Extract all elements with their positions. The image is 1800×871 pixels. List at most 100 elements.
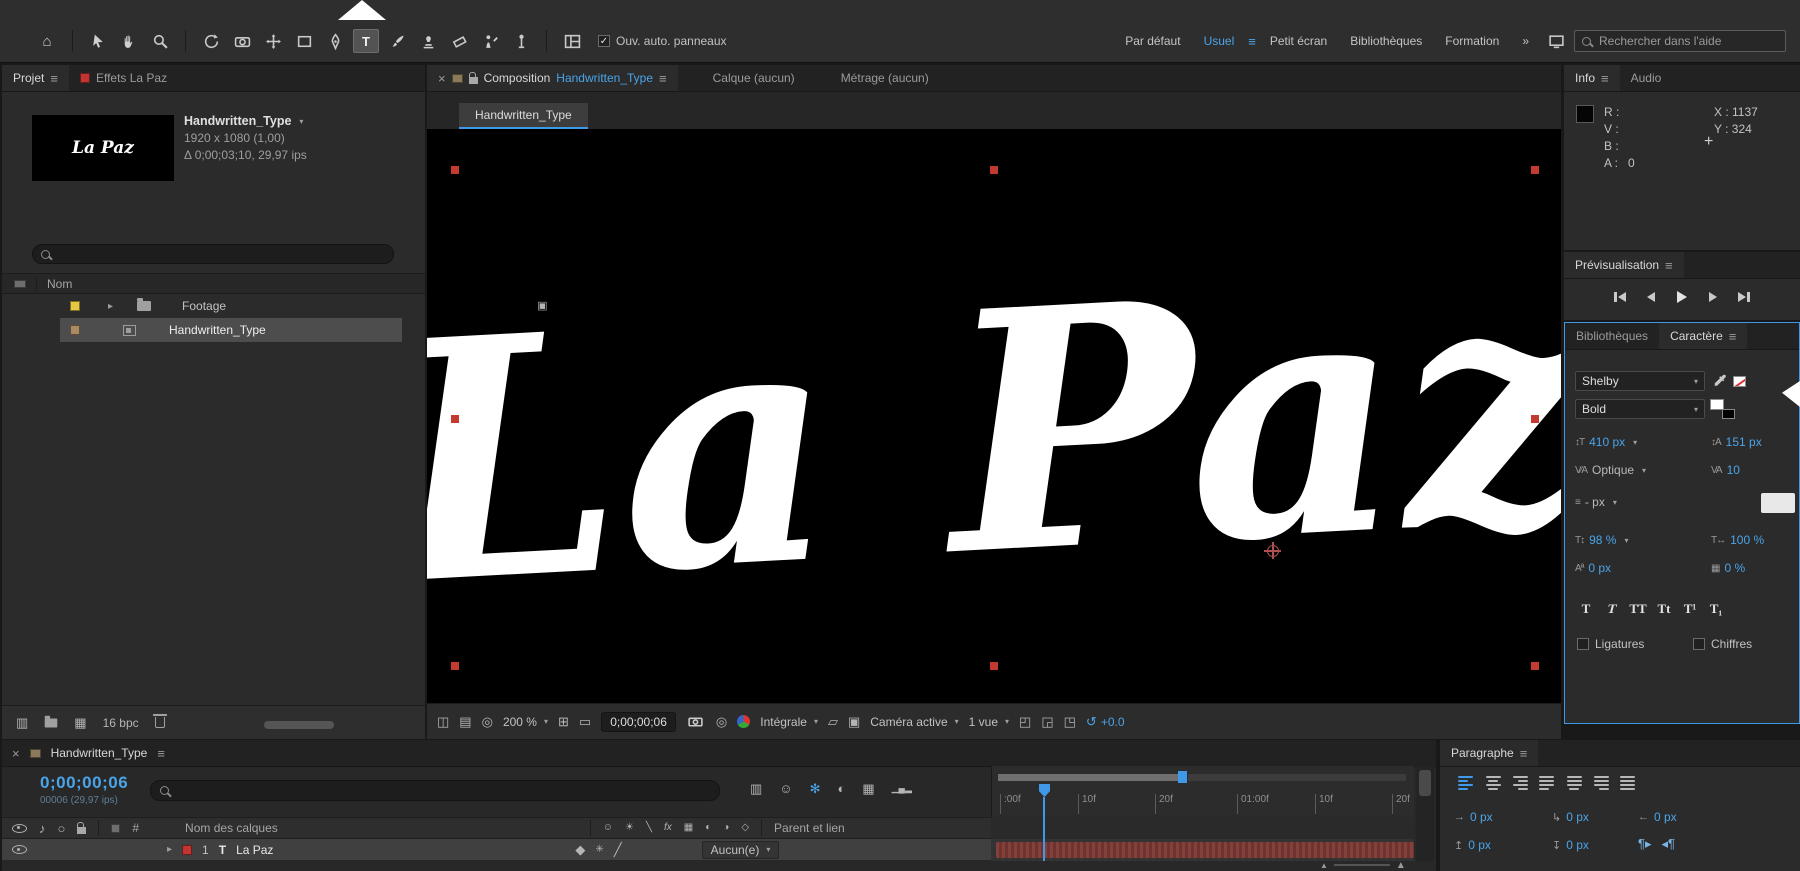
brush-tool-button[interactable]	[384, 29, 410, 53]
proportional-spacing-value[interactable]: 0 %	[1724, 561, 1745, 575]
zoom-in-mountain-icon[interactable]: ▲	[1396, 860, 1406, 871]
text-direction-ltr-icon[interactable]: ¶▸	[1638, 836, 1652, 852]
interpret-footage-icon[interactable]: ▥	[16, 716, 28, 729]
close-panel-icon[interactable]: ×	[12, 746, 20, 761]
layer-handle[interactable]	[451, 415, 459, 423]
panel-menu-icon[interactable]: ≡	[659, 71, 667, 86]
timeline-search-input[interactable]	[150, 780, 720, 801]
show-snapshot-icon[interactable]: ◎	[716, 715, 727, 728]
rectangle-tool-button[interactable]	[291, 29, 317, 53]
tab-effets-la-paz[interactable]: Effets La Paz	[69, 65, 178, 91]
eraser-tool-button[interactable]	[446, 29, 472, 53]
tracking-value[interactable]: 10	[1727, 463, 1740, 477]
adjustment-switch-icon[interactable]: ◑	[723, 823, 729, 833]
project-bpc-button[interactable]: 16 bpc	[103, 716, 139, 730]
indent-left-value[interactable]: 0 px	[1470, 810, 1493, 824]
layer-handle[interactable]	[451, 662, 459, 670]
tab-info[interactable]: Info ≡	[1564, 65, 1620, 91]
grid-guides-icon[interactable]: ⊞	[558, 715, 569, 728]
project-row-footage[interactable]: ▸ Footage ▣	[2, 294, 425, 318]
clone-stamp-tool-button[interactable]	[415, 29, 441, 53]
viewer-timecode[interactable]: 0;00;00;06	[601, 712, 676, 732]
font-family-select[interactable]: Shelby ▾	[1575, 371, 1705, 391]
workspace-menu-icon[interactable]: ≡	[1248, 34, 1256, 49]
tab-metrage[interactable]: Métrage (aucun)	[830, 65, 940, 91]
tab-previsualisation[interactable]: Prévisualisation ≡	[1564, 252, 1684, 278]
composition-viewer[interactable]: La Paz	[427, 129, 1561, 703]
justify-last-right-button[interactable]	[1589, 773, 1613, 793]
layer-visibility-toggle[interactable]	[12, 845, 27, 854]
chevron-down-icon[interactable]: ▾	[1624, 536, 1628, 545]
chevron-down-icon[interactable]: ▾	[1642, 466, 1646, 475]
layer-name[interactable]: La Paz	[236, 843, 273, 857]
work-area-end-marker[interactable]	[1178, 771, 1187, 783]
help-search-input[interactable]	[1597, 33, 1778, 49]
previous-frame-button[interactable]	[1639, 288, 1663, 306]
layer-expand-arrow[interactable]: ▸	[167, 844, 172, 855]
subscript-button[interactable]: T₁	[1705, 599, 1727, 619]
workspace-petit-ecran[interactable]: Petit écran	[1270, 34, 1327, 48]
mask-switch-icon[interactable]: ▦	[684, 823, 693, 833]
no-color-swatch[interactable]	[1733, 376, 1746, 387]
pixel-aspect-icon[interactable]: ◰	[1019, 715, 1031, 728]
layer-quality-slash[interactable]: ╱	[614, 843, 622, 856]
project-row-handwritten-type[interactable]: Handwritten_Type	[2, 318, 425, 342]
project-row-label[interactable]: Handwritten_Type	[169, 323, 266, 337]
workspace-monitor-icon[interactable]	[1543, 29, 1569, 53]
work-area-bar[interactable]	[998, 774, 1180, 781]
faux-bold-button[interactable]: T	[1575, 599, 1597, 619]
auto-open-panels-checkbox[interactable]: Ouv. auto. panneaux	[598, 34, 727, 48]
panel-menu-icon[interactable]: ≡	[1520, 746, 1528, 761]
parent-column-header[interactable]: Parent et lien	[774, 821, 845, 835]
baseline-shift-value[interactable]: 0 px	[1588, 561, 1611, 575]
zoom-out-mountain-icon[interactable]: ▲	[1320, 861, 1328, 870]
panel-menu-icon[interactable]: ≡	[1601, 71, 1609, 86]
panel-menu-icon[interactable]: ≡	[1729, 329, 1737, 344]
layer-quality-switch[interactable]: ◆	[575, 843, 585, 856]
workspace-panels-icon[interactable]	[559, 29, 585, 53]
tab-composition[interactable]: × Composition Handwritten_Type ≡	[427, 65, 678, 91]
tab-bibliotheques[interactable]: Bibliothèques	[1565, 323, 1659, 349]
project-row-label[interactable]: Footage	[182, 299, 226, 313]
label-column-icon[interactable]	[111, 824, 120, 833]
workspace-par-defaut[interactable]: Par défaut	[1125, 34, 1180, 48]
chevron-down-icon[interactable]: ▾	[1613, 498, 1617, 507]
exposure-control[interactable]: ↺ +0.0	[1086, 714, 1125, 730]
small-caps-button[interactable]: Tt	[1653, 599, 1675, 619]
motion-blur-switch-icon[interactable]: ◐	[705, 823, 711, 833]
frame-blending-icon[interactable]: ✻	[810, 782, 821, 795]
indent-first-line-value[interactable]: 0 px	[1566, 810, 1589, 824]
play-button[interactable]	[1670, 288, 1694, 306]
font-size-value[interactable]: 410 px	[1589, 435, 1625, 449]
vertical-scale-value[interactable]: 98 %	[1589, 533, 1616, 547]
help-search-field[interactable]	[1574, 30, 1786, 52]
lock-icon[interactable]	[469, 77, 478, 84]
exposure-value[interactable]: +0.0	[1101, 715, 1125, 729]
next-frame-button[interactable]	[1701, 288, 1725, 306]
layer-duration-bar[interactable]	[996, 842, 1414, 858]
quality-switch-icon[interactable]: ╲	[646, 823, 652, 833]
kerning-value[interactable]: Optique	[1592, 463, 1634, 477]
layer-handle[interactable]	[451, 166, 459, 174]
pan-behind-tool-button[interactable]	[260, 29, 286, 53]
font-style-select[interactable]: Bold ▾	[1575, 399, 1705, 419]
tab-paragraphe[interactable]: Paragraphe ≡	[1440, 740, 1538, 766]
faux-italic-button[interactable]: T	[1599, 599, 1626, 619]
hide-shy-layers-icon[interactable]: ☺	[779, 782, 792, 795]
panel-menu-icon[interactable]: ≡	[1665, 258, 1673, 273]
transparency-grid-icon[interactable]: ▱	[828, 715, 838, 728]
channels-icon[interactable]: ◎	[482, 715, 493, 728]
all-caps-button[interactable]: TT	[1627, 599, 1649, 619]
tab-projet[interactable]: Projet ≡	[2, 65, 69, 91]
parent-select[interactable]: Aucun(e) ▾	[702, 841, 780, 859]
space-before-value[interactable]: 0 px	[1468, 838, 1491, 852]
fill-swatch[interactable]	[1710, 399, 1724, 410]
3d-switch-icon[interactable]: ◇	[741, 823, 749, 833]
composition-tab-name[interactable]: Handwritten_Type	[556, 71, 653, 85]
scrollbar-thumb[interactable]	[1419, 770, 1431, 796]
tab-caractere[interactable]: Caractère ≡	[1659, 323, 1747, 349]
indent-right-value[interactable]: 0 px	[1654, 810, 1677, 824]
panel-menu-icon[interactable]: ≡	[157, 746, 165, 761]
layer-handle[interactable]	[990, 662, 998, 670]
workspace-bibliotheques[interactable]: Bibliothèques	[1350, 34, 1422, 48]
